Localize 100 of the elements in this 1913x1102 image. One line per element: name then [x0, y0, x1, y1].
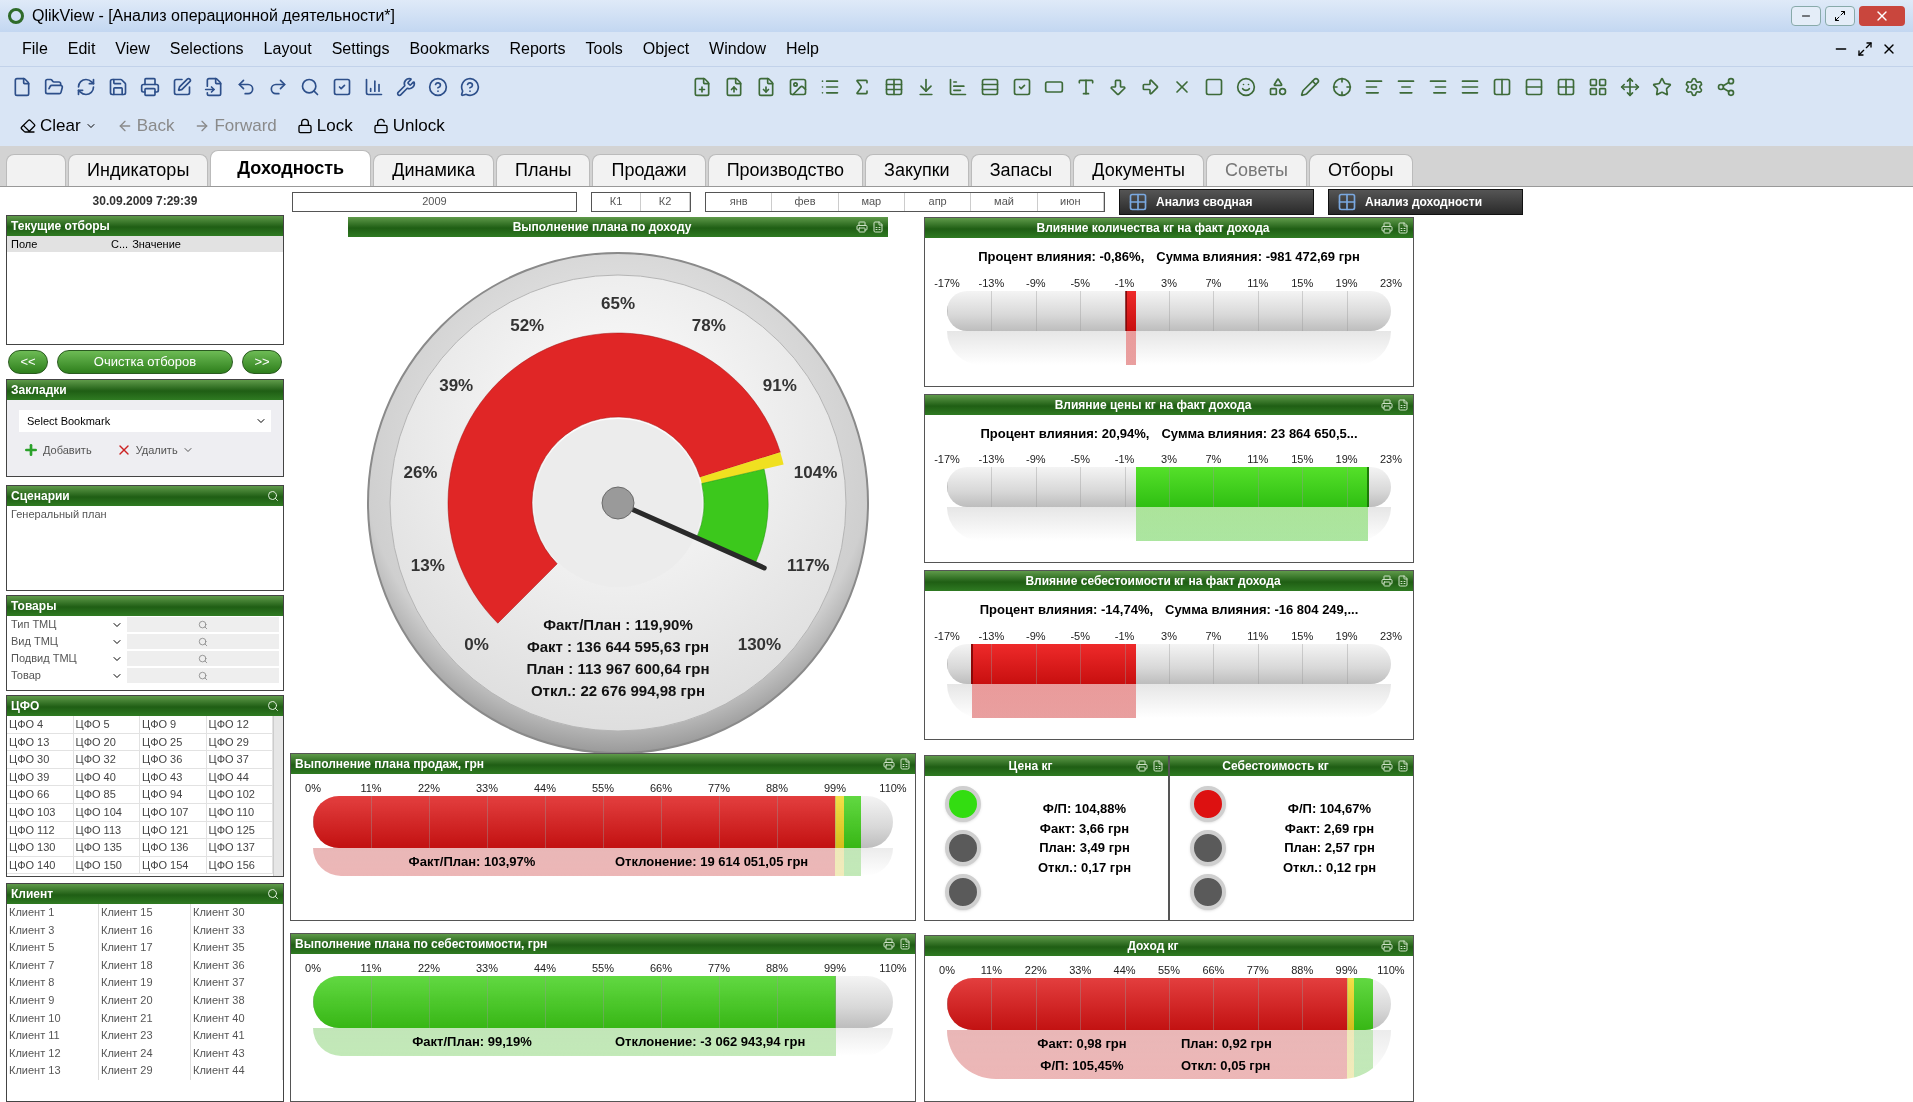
search-field[interactable] [127, 651, 279, 666]
list-item[interactable]: Клиент 33 [191, 921, 282, 940]
bar-chart-icon[interactable] [364, 76, 384, 97]
search-field[interactable] [127, 634, 279, 649]
menu-item[interactable]: Edit [57, 37, 106, 61]
list-item[interactable]: ЦФО 4 [7, 716, 74, 734]
list-item[interactable]: Клиент 37 [191, 974, 282, 992]
list-item[interactable]: Клиент 19 [99, 974, 190, 992]
list-item[interactable]: Клиент 38 [191, 991, 282, 1010]
export-icon[interactable] [899, 758, 911, 770]
sheet-tab[interactable]: Продажи [592, 154, 706, 186]
search-icon[interactable] [267, 700, 279, 712]
list-item[interactable]: ЦФО 154 [140, 856, 207, 875]
month-option[interactable]: янв [706, 193, 773, 211]
menu-item[interactable]: Reports [499, 37, 576, 61]
folder-icon[interactable] [44, 76, 64, 97]
list-item[interactable]: Клиент 15 [99, 904, 190, 922]
list-item[interactable]: ЦФО 43 [140, 768, 207, 787]
export-icon[interactable] [1152, 760, 1164, 772]
print-icon[interactable] [1381, 940, 1393, 952]
list-item[interactable]: Клиент 1 [7, 904, 98, 922]
grid-icon[interactable] [1556, 76, 1576, 97]
export-icon[interactable] [1397, 575, 1409, 588]
list-item[interactable]: ЦФО 20 [73, 733, 140, 752]
toolbar-button[interactable]: Lock [292, 113, 357, 139]
analysis-button[interactable]: Анализ доходности [1328, 189, 1523, 215]
print-icon[interactable] [883, 758, 895, 770]
toolbar-button[interactable]: Clear [16, 113, 101, 139]
search-icon[interactable] [300, 76, 320, 97]
smiley-icon[interactable] [1236, 76, 1256, 97]
sheet-tab[interactable]: Закупки [865, 154, 969, 186]
list-item[interactable]: Клиент 10 [7, 1009, 98, 1028]
print-icon[interactable] [1381, 575, 1393, 588]
year-option[interactable]: 2009 [293, 193, 576, 211]
print-icon[interactable] [1381, 760, 1393, 772]
sheet-tab[interactable]: Доходность [210, 150, 372, 186]
list-item[interactable]: ЦФО 130 [7, 839, 74, 857]
list-item[interactable]: Клиент 18 [99, 956, 190, 975]
sheet-tab[interactable]: Индикаторы [68, 154, 209, 186]
list-item[interactable]: Клиент 20 [99, 991, 190, 1010]
list-item[interactable]: Клиент 5 [7, 939, 98, 957]
print-icon[interactable] [883, 938, 895, 950]
table-icon[interactable] [884, 76, 904, 97]
month-option[interactable]: фев [772, 193, 839, 211]
export-icon[interactable] [1397, 760, 1409, 772]
export-icon[interactable] [872, 221, 884, 233]
list-item[interactable]: ЦФО 9 [140, 716, 207, 734]
list-item[interactable]: ЦФО 40 [73, 768, 140, 787]
list-item[interactable]: Клиент 36 [191, 956, 282, 975]
list-item[interactable]: ЦФО 85 [73, 786, 140, 804]
list-item[interactable]: ЦФО 39 [7, 768, 74, 787]
save-icon[interactable] [108, 76, 128, 97]
file-down-icon[interactable] [756, 76, 776, 97]
list-item[interactable]: Клиент 35 [191, 939, 282, 957]
list-item[interactable]: Клиент 12 [7, 1044, 98, 1063]
analysis-button[interactable]: Анализ сводная [1119, 189, 1314, 215]
list-item[interactable]: ЦФО 5 [73, 716, 140, 734]
export-icon[interactable] [1397, 940, 1409, 952]
search-field[interactable] [127, 668, 279, 683]
list-item[interactable]: Клиент 30 [191, 904, 282, 922]
month-option[interactable]: мар [838, 193, 905, 211]
menu-item[interactable]: Selections [159, 37, 254, 61]
list-item[interactable]: Клиент 21 [99, 1009, 190, 1028]
crosshair-icon[interactable] [1332, 76, 1352, 97]
sheet-tab[interactable]: Запасы [970, 154, 1072, 186]
list-item[interactable]: Клиент 13 [7, 1062, 98, 1080]
sheet-tab[interactable]: Производство [707, 154, 863, 186]
menu-item[interactable]: Tools [575, 37, 633, 61]
list-item[interactable]: Клиент 9 [7, 991, 98, 1010]
star-icon[interactable] [1652, 76, 1672, 97]
list-item[interactable]: ЦФО 136 [140, 839, 207, 857]
list-item[interactable]: Клиент 23 [99, 1027, 190, 1045]
export-icon[interactable] [1397, 398, 1409, 411]
right-arrow-icon[interactable] [1140, 76, 1160, 97]
list-item[interactable]: Клиент 44 [191, 1062, 282, 1080]
month-option[interactable]: июн [1037, 193, 1104, 211]
list-item[interactable]: Клиент 17 [99, 939, 190, 957]
settings-icon[interactable] [1684, 76, 1704, 97]
bookmark-select[interactable]: Select Bookmark [19, 410, 271, 432]
redo-icon[interactable] [268, 76, 288, 97]
share-icon[interactable] [1716, 76, 1736, 97]
list-item[interactable]: ЦФО 36 [140, 751, 207, 769]
list-item[interactable]: Клиент 11 [7, 1027, 98, 1045]
list-item[interactable]: ЦФО 25 [140, 733, 207, 752]
list-item[interactable]: Клиент 29 [99, 1062, 190, 1080]
print-icon[interactable] [1381, 222, 1393, 234]
menu-item[interactable]: Window [699, 37, 776, 61]
edit-icon[interactable] [172, 76, 192, 97]
menu-item[interactable]: File [12, 37, 58, 61]
list-item[interactable]: ЦФО 32 [73, 751, 140, 769]
file-up-icon[interactable] [724, 76, 744, 97]
layout-grid-icon[interactable] [1588, 76, 1608, 97]
help-icon[interactable] [428, 76, 448, 97]
menu-item[interactable]: Settings [321, 37, 400, 61]
two-rows-icon[interactable] [1524, 76, 1544, 97]
list-item[interactable]: Клиент 8 [7, 974, 98, 992]
list-item[interactable]: ЦФО 121 [140, 821, 207, 840]
list-item[interactable]: Клиент 16 [99, 921, 190, 940]
chart-icon[interactable] [948, 76, 968, 97]
restore-icon[interactable] [1857, 41, 1873, 57]
